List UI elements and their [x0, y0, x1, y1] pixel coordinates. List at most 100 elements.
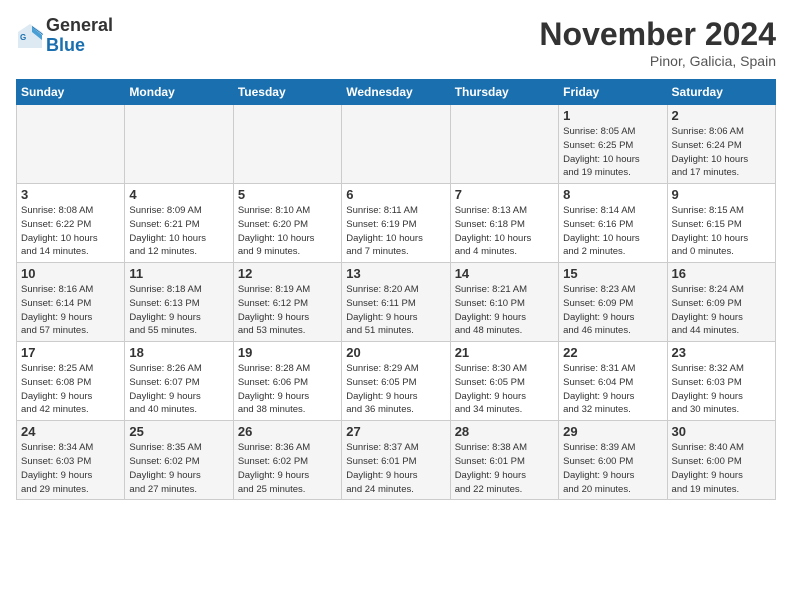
table-row: 18 Sunrise: 8:26 AM Sunset: 6:07 PM Dayli…	[125, 342, 233, 421]
day-number: 3	[21, 187, 120, 202]
col-tuesday: Tuesday	[233, 80, 341, 105]
day-info: Sunrise: 8:19 AM Sunset: 6:12 PM Dayligh…	[238, 283, 337, 338]
title-block: November 2024 Pinor, Galicia, Spain	[539, 16, 776, 69]
day-info: Sunrise: 8:26 AM Sunset: 6:07 PM Dayligh…	[129, 362, 228, 417]
day-info: Sunrise: 8:35 AM Sunset: 6:02 PM Dayligh…	[129, 441, 228, 496]
table-row: 27Sunrise: 8:37 AM Sunset: 6:01 PM Dayli…	[342, 421, 450, 500]
day-info: Sunrise: 8:10 AM Sunset: 6:20 PM Dayligh…	[238, 204, 337, 259]
logo-text: General Blue	[46, 16, 113, 56]
logo: G General Blue	[16, 16, 113, 56]
day-info: Sunrise: 8:32 AM Sunset: 6:03 PM Dayligh…	[672, 362, 771, 417]
table-row: 22 Sunrise: 8:31 AM Sunset: 6:04 PM Dayli…	[559, 342, 667, 421]
location: Pinor, Galicia, Spain	[539, 53, 776, 69]
table-row: 29 Sunrise: 8:39 AM Sunset: 6:00 PM Dayli…	[559, 421, 667, 500]
table-row	[233, 105, 341, 184]
table-row: 19 Sunrise: 8:28 AM Sunset: 6:06 PM Dayli…	[233, 342, 341, 421]
table-row: 26 Sunrise: 8:36 AM Sunset: 6:02 PM Dayli…	[233, 421, 341, 500]
col-monday: Monday	[125, 80, 233, 105]
table-row	[450, 105, 558, 184]
day-info: Sunrise: 8:23 AM Sunset: 6:09 PM Dayligh…	[563, 283, 662, 338]
day-info: Sunrise: 8:11 AM Sunset: 6:19 PM Dayligh…	[346, 204, 445, 259]
table-row: 15 Sunrise: 8:23 AM Sunset: 6:09 PM Dayli…	[559, 263, 667, 342]
header: G General Blue November 2024 Pinor, Gali…	[16, 16, 776, 69]
day-number: 17	[21, 345, 120, 360]
table-row: 5 Sunrise: 8:10 AM Sunset: 6:20 PM Daylig…	[233, 184, 341, 263]
day-info: Sunrise: 8:28 AM Sunset: 6:06 PM Dayligh…	[238, 362, 337, 417]
day-number: 30	[672, 424, 771, 439]
day-number: 20	[346, 345, 445, 360]
table-row: 12 Sunrise: 8:19 AM Sunset: 6:12 PM Dayli…	[233, 263, 341, 342]
day-number: 7	[455, 187, 554, 202]
day-info: Sunrise: 8:21 AM Sunset: 6:10 PM Dayligh…	[455, 283, 554, 338]
day-info: Sunrise: 8:30 AM Sunset: 6:05 PM Dayligh…	[455, 362, 554, 417]
day-info: Sunrise: 8:34 AM Sunset: 6:03 PM Dayligh…	[21, 441, 120, 496]
day-number: 22	[563, 345, 662, 360]
table-row	[125, 105, 233, 184]
day-number: 10	[21, 266, 120, 281]
day-number: 6	[346, 187, 445, 202]
logo-line1: General	[46, 15, 113, 35]
table-row: 13 Sunrise: 8:20 AM Sunset: 6:11 PM Dayli…	[342, 263, 450, 342]
day-number: 9	[672, 187, 771, 202]
day-number: 1	[563, 108, 662, 123]
month-title: November 2024	[539, 16, 776, 53]
table-row: 20 Sunrise: 8:29 AM Sunset: 6:05 PM Dayli…	[342, 342, 450, 421]
table-row: 7Sunrise: 8:13 AM Sunset: 6:18 PM Daylig…	[450, 184, 558, 263]
table-row: 30 Sunrise: 8:40 AM Sunset: 6:00 PM Dayli…	[667, 421, 775, 500]
day-info: Sunrise: 8:08 AM Sunset: 6:22 PM Dayligh…	[21, 204, 120, 259]
day-info: Sunrise: 8:39 AM Sunset: 6:00 PM Dayligh…	[563, 441, 662, 496]
day-number: 5	[238, 187, 337, 202]
table-row: 23Sunrise: 8:32 AM Sunset: 6:03 PM Dayli…	[667, 342, 775, 421]
table-row: 3 Sunrise: 8:08 AM Sunset: 6:22 PM Daylig…	[17, 184, 125, 263]
day-info: Sunrise: 8:05 AM Sunset: 6:25 PM Dayligh…	[563, 125, 662, 180]
day-number: 16	[672, 266, 771, 281]
day-number: 14	[455, 266, 554, 281]
day-info: Sunrise: 8:24 AM Sunset: 6:09 PM Dayligh…	[672, 283, 771, 338]
table-row: 1 Sunrise: 8:05 AM Sunset: 6:25 PM Daylig…	[559, 105, 667, 184]
table-row: 16 Sunrise: 8:24 AM Sunset: 6:09 PM Dayli…	[667, 263, 775, 342]
table-row: 4Sunrise: 8:09 AM Sunset: 6:21 PM Daylig…	[125, 184, 233, 263]
day-number: 19	[238, 345, 337, 360]
table-row: 10 Sunrise: 8:16 AM Sunset: 6:14 PM Dayli…	[17, 263, 125, 342]
col-friday: Friday	[559, 80, 667, 105]
day-number: 18	[129, 345, 228, 360]
day-info: Sunrise: 8:36 AM Sunset: 6:02 PM Dayligh…	[238, 441, 337, 496]
day-number: 4	[129, 187, 228, 202]
table-row: 8 Sunrise: 8:14 AM Sunset: 6:16 PM Daylig…	[559, 184, 667, 263]
day-number: 12	[238, 266, 337, 281]
day-info: Sunrise: 8:31 AM Sunset: 6:04 PM Dayligh…	[563, 362, 662, 417]
logo-line2: Blue	[46, 35, 85, 55]
col-sunday: Sunday	[17, 80, 125, 105]
col-wednesday: Wednesday	[342, 80, 450, 105]
table-row: 14 Sunrise: 8:21 AM Sunset: 6:10 PM Dayli…	[450, 263, 558, 342]
day-info: Sunrise: 8:37 AM Sunset: 6:01 PM Dayligh…	[346, 441, 445, 496]
day-number: 13	[346, 266, 445, 281]
day-info: Sunrise: 8:18 AM Sunset: 6:13 PM Dayligh…	[129, 283, 228, 338]
page: G General Blue November 2024 Pinor, Gali…	[0, 0, 792, 612]
day-number: 21	[455, 345, 554, 360]
col-saturday: Saturday	[667, 80, 775, 105]
day-number: 24	[21, 424, 120, 439]
logo-icon: G	[16, 22, 44, 50]
table-row: 21 Sunrise: 8:30 AM Sunset: 6:05 PM Dayli…	[450, 342, 558, 421]
day-number: 2	[672, 108, 771, 123]
day-number: 26	[238, 424, 337, 439]
day-info: Sunrise: 8:38 AM Sunset: 6:01 PM Dayligh…	[455, 441, 554, 496]
day-number: 29	[563, 424, 662, 439]
svg-text:G: G	[20, 33, 26, 42]
day-number: 8	[563, 187, 662, 202]
day-number: 25	[129, 424, 228, 439]
day-number: 11	[129, 266, 228, 281]
day-number: 15	[563, 266, 662, 281]
day-info: Sunrise: 8:16 AM Sunset: 6:14 PM Dayligh…	[21, 283, 120, 338]
day-info: Sunrise: 8:15 AM Sunset: 6:15 PM Dayligh…	[672, 204, 771, 259]
day-info: Sunrise: 8:25 AM Sunset: 6:08 PM Dayligh…	[21, 362, 120, 417]
day-info: Sunrise: 8:14 AM Sunset: 6:16 PM Dayligh…	[563, 204, 662, 259]
table-row: 9 Sunrise: 8:15 AM Sunset: 6:15 PM Daylig…	[667, 184, 775, 263]
col-thursday: Thursday	[450, 80, 558, 105]
header-row: Sunday Monday Tuesday Wednesday Thursday…	[17, 80, 776, 105]
day-info: Sunrise: 8:29 AM Sunset: 6:05 PM Dayligh…	[346, 362, 445, 417]
day-info: Sunrise: 8:20 AM Sunset: 6:11 PM Dayligh…	[346, 283, 445, 338]
day-info: Sunrise: 8:40 AM Sunset: 6:00 PM Dayligh…	[672, 441, 771, 496]
day-number: 28	[455, 424, 554, 439]
